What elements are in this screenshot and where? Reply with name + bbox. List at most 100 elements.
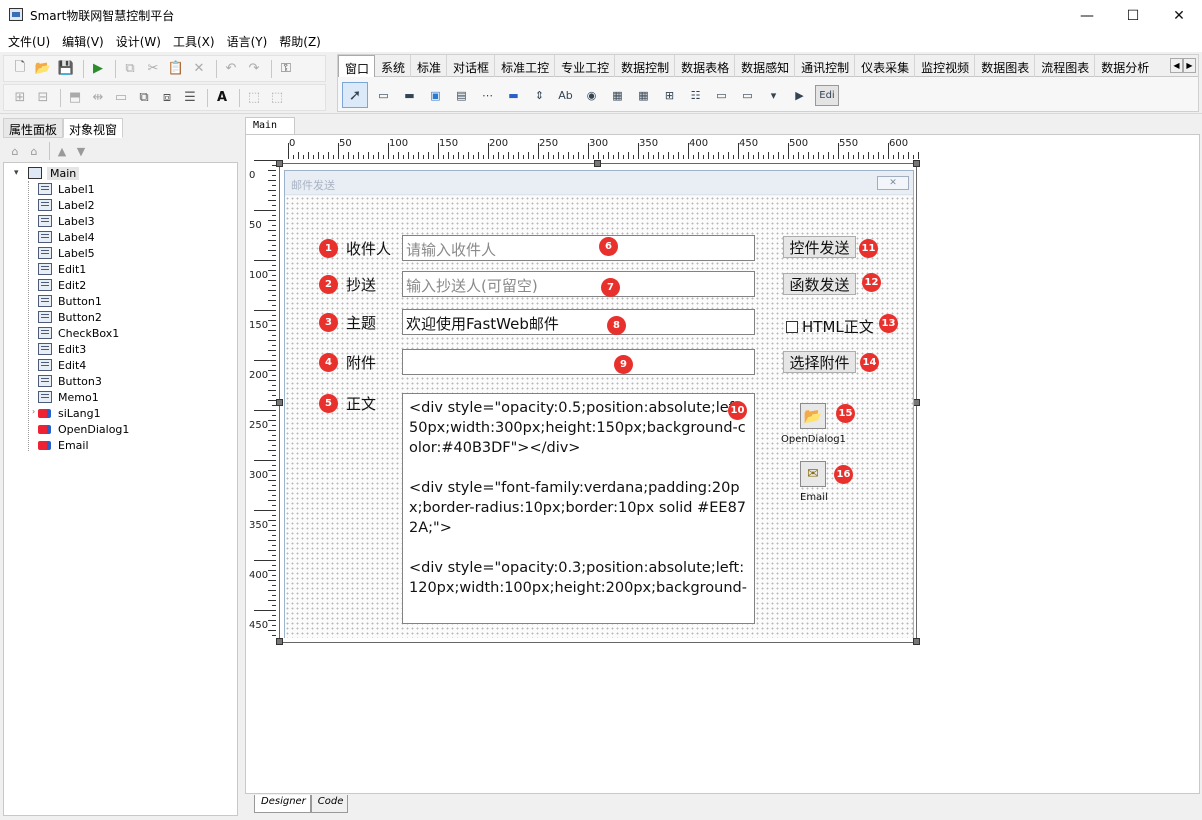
move-down-icon[interactable]: ▼ xyxy=(73,141,89,161)
resize-handle[interactable] xyxy=(276,160,283,167)
paste-icon[interactable]: 📋 xyxy=(166,59,186,79)
edit-text-comp[interactable]: Edi xyxy=(815,84,839,106)
checkbox-box[interactable] xyxy=(786,320,798,333)
tree-item[interactable]: Memo1 xyxy=(38,389,99,405)
table-comp-icon[interactable]: ▦ xyxy=(633,85,654,106)
redo-icon[interactable]: ↷ xyxy=(244,59,264,79)
resize-handle[interactable] xyxy=(594,160,601,167)
same-width-icon[interactable]: ▭ xyxy=(111,88,131,108)
palette-tab-pro-industrial[interactable]: 专业工控 xyxy=(555,55,616,77)
menu-help[interactable]: 帮助(Z) xyxy=(273,31,327,52)
chevron-down-icon[interactable]: ▾ xyxy=(14,168,28,178)
save-icon[interactable]: 💾 xyxy=(56,59,76,79)
function-send-button[interactable]: 函数发送 xyxy=(783,273,856,295)
align-left-icon[interactable]: ⊞ xyxy=(10,88,30,108)
doc-tab-main[interactable]: Main xyxy=(245,117,295,135)
font-icon[interactable]: A xyxy=(212,88,232,108)
tree-item[interactable]: OpenDialog1 xyxy=(38,421,129,437)
tab-designer[interactable]: Designer xyxy=(254,795,311,813)
open-folder-icon[interactable]: 📂 xyxy=(33,59,53,79)
palette-tab-standard[interactable]: 标准 xyxy=(411,55,448,77)
tab-object-view[interactable]: 对象视窗 xyxy=(63,118,124,138)
run-icon[interactable]: ▶ xyxy=(88,59,108,79)
choose-attachment-button[interactable]: 选择附件 xyxy=(783,351,856,373)
tree-item[interactable]: Label4 xyxy=(38,229,95,245)
ungroup-icon[interactable]: ⬚ xyxy=(267,88,287,108)
undo-icon[interactable]: ↶ xyxy=(221,59,241,79)
new-file-icon[interactable]: 🗋 xyxy=(10,59,30,79)
close-button[interactable]: ✕ xyxy=(1156,0,1202,31)
group-icon[interactable]: ⬚ xyxy=(244,88,264,108)
tree-item[interactable]: › siLang1 xyxy=(32,405,101,421)
palette-tab-data-analysis[interactable]: 数据分析 xyxy=(1095,55,1154,77)
form-close-icon[interactable]: ✕ xyxy=(877,176,909,190)
resize-handle[interactable] xyxy=(276,638,283,645)
palette-tab-system[interactable]: 系统 xyxy=(375,55,412,77)
remove-object-icon[interactable]: ⌂ xyxy=(26,141,42,161)
tab-properties[interactable]: 属性面板 xyxy=(3,118,64,138)
label-comp-icon[interactable]: ▭ xyxy=(373,85,394,106)
tree-comp-icon[interactable]: ⊞ xyxy=(659,85,680,106)
send-back-icon[interactable]: ⧈ xyxy=(157,88,177,108)
palette-tab-instrument[interactable]: 仪表采集 xyxy=(855,55,916,77)
bevel-comp-icon[interactable]: ⋯ xyxy=(477,85,498,106)
palette-tab-video[interactable]: 监控视频 xyxy=(915,55,976,77)
spin-comp-icon[interactable]: ⇕ xyxy=(529,85,550,106)
tree-item[interactable]: Button3 xyxy=(38,373,102,389)
tree-item[interactable]: Edit3 xyxy=(38,341,86,357)
palette-tab-window[interactable]: 窗口 xyxy=(338,55,376,77)
menu-edit[interactable]: 编辑(V) xyxy=(56,31,110,52)
scroll-right-icon[interactable]: ▶ xyxy=(1183,58,1196,73)
bring-front-icon[interactable]: ⧉ xyxy=(134,88,154,108)
progress-comp-icon[interactable]: ▬ xyxy=(503,85,524,106)
palette-tab-data-grid[interactable]: 数据表格 xyxy=(675,55,736,77)
open-dialog-component[interactable]: 📂 xyxy=(800,403,826,429)
attachment-input[interactable] xyxy=(402,349,755,375)
tab-order-icon[interactable]: ☰ xyxy=(180,88,200,108)
tree-item[interactable]: Email xyxy=(38,437,89,453)
signal-comp-icon[interactable]: ◉ xyxy=(581,85,602,106)
tree-item[interactable]: CheckBox1 xyxy=(38,325,119,341)
menu-file[interactable]: 文件(U) xyxy=(2,31,56,52)
palette-tab-standard-industrial[interactable]: 标准工控 xyxy=(495,55,556,77)
key-icon[interactable]: ⚿ xyxy=(276,59,296,79)
copy-icon[interactable]: ⧉ xyxy=(120,59,140,79)
list-comp-icon[interactable]: ☷ xyxy=(685,85,706,106)
image-comp-icon[interactable]: ▣ xyxy=(425,85,446,106)
body-memo[interactable]: <div style="opacity:0.5;position:absolut… xyxy=(402,393,755,624)
html-body-checkbox[interactable]: HTML正文 xyxy=(786,316,874,337)
tree-item[interactable]: Label3 xyxy=(38,213,95,229)
resize-handle[interactable] xyxy=(913,399,920,406)
subject-input[interactable]: 欢迎使用FastWeb邮件 xyxy=(402,309,755,335)
align-right-icon[interactable]: ⊟ xyxy=(33,88,53,108)
chevron-right-icon[interactable]: › xyxy=(32,407,35,416)
document-comp-icon[interactable]: ▤ xyxy=(451,85,472,106)
control-send-button[interactable]: 控件发送 xyxy=(783,236,856,258)
memo-comp-icon[interactable]: ▭ xyxy=(737,85,758,106)
tree-item[interactable]: Label1 xyxy=(38,181,95,197)
email-component[interactable]: ✉ xyxy=(800,461,826,487)
align-top-icon[interactable]: ⬒ xyxy=(65,88,85,108)
palette-tab-data-chart[interactable]: 数据图表 xyxy=(975,55,1036,77)
scroll-left-icon[interactable]: ◀ xyxy=(1170,58,1183,73)
tree-item[interactable]: Button1 xyxy=(38,293,102,309)
menu-language[interactable]: 语言(Y) xyxy=(221,31,274,52)
align-center-icon[interactable]: ⇹ xyxy=(88,88,108,108)
tree-item[interactable]: Label2 xyxy=(38,197,95,213)
grid-comp-icon[interactable]: ▦ xyxy=(607,85,628,106)
tree-item[interactable]: Edit4 xyxy=(38,357,86,373)
resize-handle[interactable] xyxy=(913,160,920,167)
minimize-button[interactable]: — xyxy=(1064,0,1110,31)
tree-item[interactable]: Edit2 xyxy=(38,277,86,293)
pointer-tool-icon[interactable]: ➚ xyxy=(342,82,368,108)
palette-tab-comm-control[interactable]: 通讯控制 xyxy=(795,55,856,77)
to-input[interactable]: 请输入收件人 xyxy=(402,235,755,261)
panel-comp-icon[interactable]: ▬ xyxy=(399,85,420,106)
text-comp-icon[interactable]: Ab xyxy=(555,85,576,106)
combo-comp-icon[interactable]: ▾ xyxy=(763,85,784,106)
menu-tools[interactable]: 工具(X) xyxy=(167,31,221,52)
palette-tab-data-control[interactable]: 数据控制 xyxy=(615,55,676,77)
move-up-icon[interactable]: ▲ xyxy=(54,141,70,161)
palette-tab-dialog[interactable]: 对话框 xyxy=(447,55,496,77)
resize-handle[interactable] xyxy=(276,399,283,406)
